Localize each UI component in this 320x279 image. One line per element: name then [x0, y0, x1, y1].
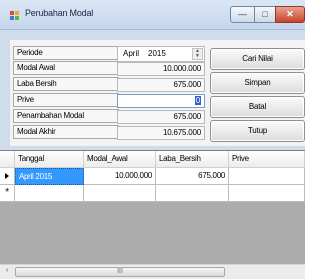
- cell-laba-bersih[interactable]: 675.000: [156, 168, 229, 185]
- label-prive: Prive: [13, 93, 119, 107]
- maximize-button[interactable]: □: [254, 6, 276, 23]
- tutup-button[interactable]: Tutup: [210, 120, 305, 142]
- header-corner[interactable]: [0, 151, 15, 168]
- simpan-button[interactable]: Simpan: [210, 72, 305, 94]
- label-laba-bersih: Laba Bersih: [13, 77, 119, 91]
- cari-nilai-button[interactable]: Cari Nilai: [210, 48, 305, 70]
- column-header-modal-awal[interactable]: Modal_Awal: [84, 151, 156, 168]
- perubahan-modal-window: Perubahan Modal — □ ✕ Periode Modal Awal…: [0, 0, 305, 279]
- modal-awal-field: 10.000.000: [117, 62, 205, 76]
- periode-month: April: [123, 49, 140, 58]
- prive-input[interactable]: 0: [117, 94, 205, 108]
- cell-prive[interactable]: [229, 168, 305, 185]
- periode-date-picker[interactable]: April 2015 ▲ ▼: [117, 46, 205, 62]
- window-title: Perubahan Modal: [25, 8, 94, 18]
- spin-down-icon[interactable]: ▼: [193, 54, 202, 59]
- minimize-button[interactable]: —: [230, 6, 255, 23]
- new-row[interactable]: *: [0, 185, 305, 202]
- new-cell-laba-bersih[interactable]: [156, 185, 229, 202]
- laba-bersih-field: 675.000: [117, 78, 205, 92]
- title-bar[interactable]: Perubahan Modal — □ ✕: [0, 0, 305, 30]
- column-header-prive[interactable]: Prive: [229, 151, 305, 168]
- prive-value: 0: [194, 96, 201, 105]
- label-penambahan-modal: Penambahan Modal: [13, 109, 119, 123]
- label-periode: Periode: [13, 46, 119, 60]
- cell-modal-awal[interactable]: 10.000.000: [84, 168, 156, 185]
- cell-tanggal[interactable]: April 2015: [15, 168, 84, 185]
- label-modal-awal: Modal Awal: [13, 61, 119, 75]
- new-cell-tanggal[interactable]: [15, 185, 84, 202]
- current-row-arrow-icon: [5, 172, 9, 179]
- horizontal-scrollbar[interactable]: ‹ III: [0, 264, 305, 279]
- column-header-tanggal[interactable]: Tanggal: [15, 151, 84, 168]
- scroll-grip: III: [117, 268, 123, 275]
- penambahan-modal-field: 675.000: [117, 110, 205, 124]
- close-button[interactable]: ✕: [275, 6, 305, 23]
- column-header-laba-bersih[interactable]: Laba_Bersih: [156, 151, 229, 168]
- table-row[interactable]: April 2015 10.000.000 675.000: [0, 168, 305, 185]
- data-grid[interactable]: Tanggal Modal_Awal Laba_Bersih Prive Apr…: [0, 150, 305, 279]
- scroll-thumb[interactable]: III: [15, 267, 225, 277]
- modal-akhir-field: 10.675.000: [117, 126, 205, 140]
- new-cell-modal-awal[interactable]: [84, 185, 156, 202]
- scroll-left-icon[interactable]: ‹: [2, 267, 12, 277]
- batal-button[interactable]: Batal: [210, 96, 305, 118]
- close-icon: ✕: [286, 9, 294, 19]
- row-header[interactable]: [0, 168, 15, 185]
- app-icon: [9, 9, 21, 21]
- label-modal-akhir: Modal Akhir: [13, 125, 119, 139]
- maximize-icon: □: [262, 9, 268, 19]
- periode-year: 2015: [148, 49, 166, 58]
- minimize-icon: —: [238, 9, 247, 19]
- date-spinner[interactable]: ▲ ▼: [192, 48, 203, 60]
- new-cell-prive[interactable]: [229, 185, 305, 202]
- new-row-marker[interactable]: *: [0, 185, 15, 202]
- grid-header-row: Tanggal Modal_Awal Laba_Bersih Prive: [0, 151, 305, 168]
